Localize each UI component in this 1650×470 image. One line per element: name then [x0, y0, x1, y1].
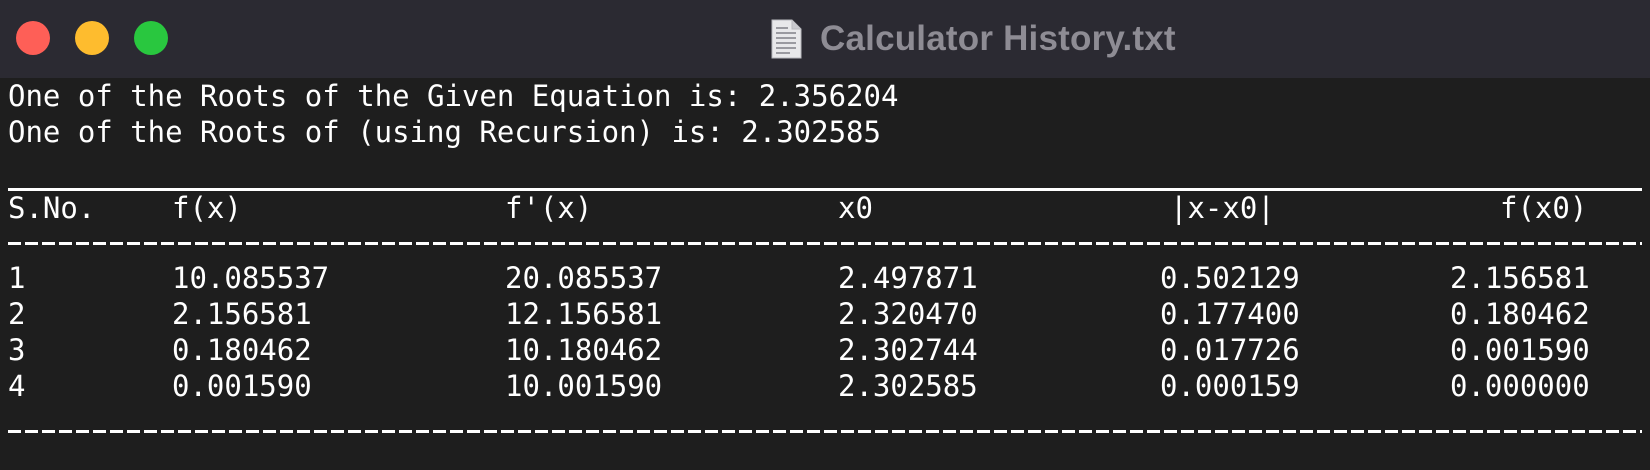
cell-fprime-x: 10.180462	[505, 333, 663, 367]
text-content-area[interactable]: One of the Roots of the Given Equation i…	[0, 78, 1650, 470]
title-bar[interactable]: Calculator History.txt	[0, 0, 1650, 78]
cell-fx: 0.001590	[172, 369, 312, 403]
cell-sno: 4	[8, 369, 26, 403]
table-bottom-rule	[8, 430, 1642, 433]
cell-abs-diff: 0.177400	[1160, 297, 1300, 331]
minimize-window-button[interactable]	[75, 21, 109, 55]
cell-fx0: 0.001590	[1450, 333, 1590, 367]
cell-fx: 10.085537	[172, 261, 330, 295]
table-header-separator	[8, 242, 1642, 245]
cell-fx: 2.156581	[172, 297, 312, 331]
cell-x0: 2.302585	[838, 369, 978, 403]
column-header-sno: S.No.	[8, 191, 96, 225]
column-header-fprime-x: f'(x)	[505, 191, 593, 225]
result-line-1: One of the Roots of the Given Equation i…	[8, 79, 899, 113]
window-title-group: Calculator History.txt	[770, 14, 1176, 64]
text-editor-window: Calculator History.txt One of the Roots …	[0, 0, 1650, 470]
maximize-window-button[interactable]	[134, 21, 168, 55]
cell-sno: 1	[8, 261, 26, 295]
cell-fprime-x: 10.001590	[505, 369, 663, 403]
cell-fprime-x: 12.156581	[505, 297, 663, 331]
cell-x0: 2.497871	[838, 261, 978, 295]
cell-x0: 2.320470	[838, 297, 978, 331]
cell-fx: 0.180462	[172, 333, 312, 367]
window-title: Calculator History.txt	[820, 19, 1176, 58]
text-document-icon	[771, 19, 802, 59]
column-header-fx: f(x)	[172, 191, 242, 225]
cell-fx0: 0.000000	[1450, 369, 1590, 403]
table-top-rule	[8, 188, 1642, 191]
column-header-fx0: f(x0)	[1500, 191, 1588, 225]
cell-fx0: 2.156581	[1450, 261, 1590, 295]
close-window-button[interactable]	[16, 21, 50, 55]
cell-fprime-x: 20.085537	[505, 261, 663, 295]
cell-x0: 2.302744	[838, 333, 978, 367]
cell-abs-diff: 0.017726	[1160, 333, 1300, 367]
cell-sno: 3	[8, 333, 26, 367]
cell-sno: 2	[8, 297, 26, 331]
result-line-2: One of the Roots of (using Recursion) is…	[8, 115, 881, 149]
cell-abs-diff: 0.000159	[1160, 369, 1300, 403]
column-header-abs-diff: |x-x0|	[1170, 191, 1275, 225]
cell-fx0: 0.180462	[1450, 297, 1590, 331]
cell-abs-diff: 0.502129	[1160, 261, 1300, 295]
column-header-x0: x0	[838, 191, 873, 225]
